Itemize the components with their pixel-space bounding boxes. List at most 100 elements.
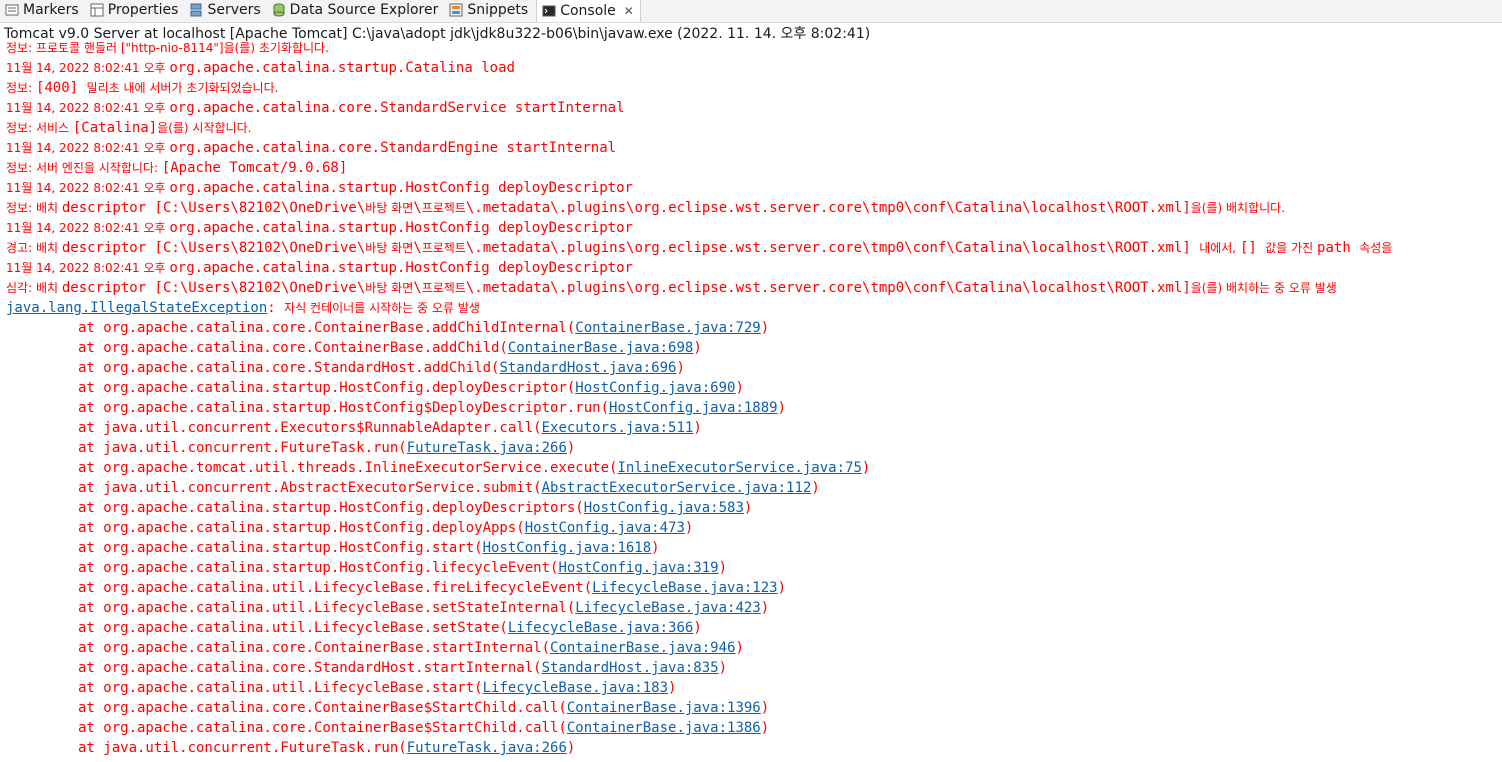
- source-link[interactable]: ContainerBase.java:946: [550, 640, 735, 656]
- close-paren: ): [760, 600, 770, 616]
- console-text: [Catalina]: [72, 120, 158, 136]
- console-text: 정보: 프로토콜 핸들러 ["http-nio-8114"]을(를) 초기화합니…: [6, 41, 329, 55]
- source-link[interactable]: LifecycleBase.java:366: [508, 620, 693, 636]
- console-line: 11월 14, 2022 8:02:41 오후 org.apache.catal…: [0, 138, 616, 158]
- stack-method: at org.apache.catalina.util.LifecycleBas…: [78, 620, 508, 636]
- stack-method: at org.apache.catalina.startup.HostConfi…: [78, 380, 576, 396]
- source-link[interactable]: ContainerBase.java:1396: [567, 700, 761, 716]
- stack-trace-line: at org.apache.catalina.startup.HostConfi…: [0, 538, 660, 558]
- console-text: 프로젝트: [421, 281, 466, 295]
- stack-method: at org.apache.catalina.util.LifecycleBas…: [78, 580, 593, 596]
- console-output[interactable]: 정보: 프로토콜 핸들러 ["http-nio-8114"]을(를) 초기화합니…: [0, 38, 1502, 762]
- console-text: 프로젝트: [421, 241, 466, 255]
- tab-snippets[interactable]: Snippets: [444, 0, 534, 20]
- console-text: org.apache.catalina.startup.Catalina loa…: [169, 60, 515, 76]
- stack-method: at org.apache.catalina.core.ContainerBas…: [78, 340, 508, 356]
- source-link[interactable]: FutureTask.java:266: [407, 440, 567, 456]
- properties-icon: [89, 2, 105, 18]
- stack-trace-line: at org.apache.catalina.core.StandardHost…: [0, 358, 685, 378]
- source-link[interactable]: AbstractExecutorService.java:112: [542, 480, 812, 496]
- exception-link[interactable]: java.lang.IllegalStateException: [6, 300, 267, 316]
- console-line: 정보: 프로토콜 핸들러 ["http-nio-8114"]을(를) 초기화합니…: [0, 38, 329, 58]
- console-text: 정보: 배치: [6, 201, 62, 215]
- source-link[interactable]: LifecycleBase.java:123: [592, 580, 777, 596]
- console-text: 을(를) 시작합니다.: [157, 121, 252, 135]
- data-source-icon: [271, 2, 287, 18]
- view-tab-bar: Markers Properties Servers Data Source E…: [0, 0, 1502, 23]
- close-paren: ): [693, 420, 702, 436]
- stack-method: at org.apache.catalina.util.LifecycleBas…: [78, 680, 483, 696]
- tab-label: Properties: [107, 2, 179, 18]
- close-paren: ): [718, 660, 728, 676]
- stack-method: at java.util.concurrent.AbstractExecutor…: [78, 480, 542, 496]
- source-link[interactable]: LifecycleBase.java:423: [575, 600, 760, 616]
- tab-markers[interactable]: Markers: [0, 0, 85, 20]
- source-link[interactable]: ContainerBase.java:729: [575, 320, 760, 336]
- tab-properties[interactable]: Properties: [85, 0, 185, 20]
- tab-label: Data Source Explorer: [289, 2, 439, 18]
- stack-method: at org.apache.catalina.util.LifecycleBas…: [78, 600, 576, 616]
- close-paren: ): [676, 360, 685, 376]
- tab-console[interactable]: Console ✕: [536, 0, 641, 22]
- console-text: 심각: 배치: [6, 281, 62, 295]
- console-text: 바탕 화면: [365, 241, 414, 255]
- source-link[interactable]: HostConfig.java:1618: [483, 540, 652, 556]
- console-text: 정보:: [6, 81, 36, 95]
- stack-trace-line: at org.apache.catalina.core.ContainerBas…: [0, 318, 769, 338]
- console-text: path: [1317, 240, 1360, 256]
- close-paren: ): [668, 680, 677, 696]
- console-line: 11월 14, 2022 8:02:41 오후 org.apache.catal…: [0, 178, 633, 198]
- source-link[interactable]: HostConfig.java:319: [558, 560, 718, 576]
- console-line: 정보: [400] 밀리초 내에 서버가 초기화되었습니다.: [0, 78, 278, 98]
- console-icon: [541, 3, 557, 19]
- console-text: 정보: 서비스: [6, 121, 73, 135]
- snippets-icon: [448, 2, 464, 18]
- console-text: descriptor [C:\Users\82102\OneDrive\: [61, 280, 366, 296]
- stack-method: at org.apache.catalina.startup.HostConfi…: [78, 520, 525, 536]
- source-link[interactable]: InlineExecutorService.java:75: [617, 460, 861, 476]
- stack-method: at org.apache.catalina.core.ContainerBas…: [78, 700, 567, 716]
- stack-method: at org.apache.catalina.core.ContainerBas…: [78, 720, 567, 736]
- stack-trace-line: at org.apache.catalina.startup.HostConfi…: [0, 378, 744, 398]
- source-link[interactable]: FutureTask.java:266: [407, 740, 567, 756]
- source-link[interactable]: HostConfig.java:473: [525, 520, 685, 536]
- tab-label: Snippets: [467, 2, 529, 18]
- source-link[interactable]: HostConfig.java:690: [575, 380, 735, 396]
- source-link[interactable]: HostConfig.java:1889: [609, 400, 778, 416]
- tab-servers[interactable]: Servers: [184, 0, 266, 20]
- console-line: 정보: 서비스 [Catalina]을(를) 시작합니다.: [0, 118, 251, 138]
- close-paren: ): [760, 720, 770, 736]
- close-icon[interactable]: ✕: [624, 4, 634, 18]
- console-text: 정보: 서버 엔진을 시작합니다:: [6, 161, 162, 175]
- console-text: []: [1239, 240, 1266, 256]
- source-link[interactable]: StandardHost.java:835: [542, 660, 719, 676]
- close-paren: ): [735, 640, 744, 656]
- source-link[interactable]: ContainerBase.java:698: [508, 340, 693, 356]
- console-line: 11월 14, 2022 8:02:41 오후 org.apache.catal…: [0, 58, 515, 78]
- console-text: \: [413, 200, 422, 216]
- source-link[interactable]: StandardHost.java:696: [499, 360, 676, 376]
- stack-trace-line: at org.apache.catalina.core.StandardHost…: [0, 658, 727, 678]
- close-paren: ): [777, 400, 787, 416]
- console-text: 속성을: [1359, 241, 1393, 255]
- source-link[interactable]: LifecycleBase.java:183: [483, 680, 668, 696]
- stack-trace-line: at java.util.concurrent.Executors$Runnab…: [0, 418, 702, 438]
- stack-method: at java.util.concurrent.FutureTask.run(: [78, 440, 407, 456]
- stack-trace-line: at org.apache.catalina.util.LifecycleBas…: [0, 678, 676, 698]
- close-paren: ): [735, 380, 744, 396]
- console-line: 정보: 서버 엔진을 시작합니다: [Apache Tomcat/9.0.68]: [0, 158, 347, 178]
- stack-method: at org.apache.catalina.core.StandardHost…: [78, 660, 542, 676]
- source-link[interactable]: HostConfig.java:583: [584, 500, 744, 516]
- stack-method: at org.apache.catalina.core.ContainerBas…: [78, 320, 576, 336]
- console-text: org.apache.catalina.core.StandardService…: [169, 100, 625, 116]
- console-text: [Apache Tomcat/9.0.68]: [161, 160, 348, 176]
- source-link[interactable]: ContainerBase.java:1386: [567, 720, 761, 736]
- stack-trace-line: at org.apache.catalina.core.ContainerBas…: [0, 698, 769, 718]
- source-link[interactable]: Executors.java:511: [542, 420, 694, 436]
- console-text: \.metadata\.plugins\org.eclipse.wst.serv…: [465, 240, 1200, 256]
- close-paren: ): [693, 340, 702, 356]
- tab-data-source-explorer[interactable]: Data Source Explorer: [267, 0, 445, 20]
- servers-icon: [188, 2, 204, 18]
- console-text: [400]: [35, 80, 87, 96]
- console-text: 11월 14, 2022 8:02:41 오후: [6, 181, 170, 195]
